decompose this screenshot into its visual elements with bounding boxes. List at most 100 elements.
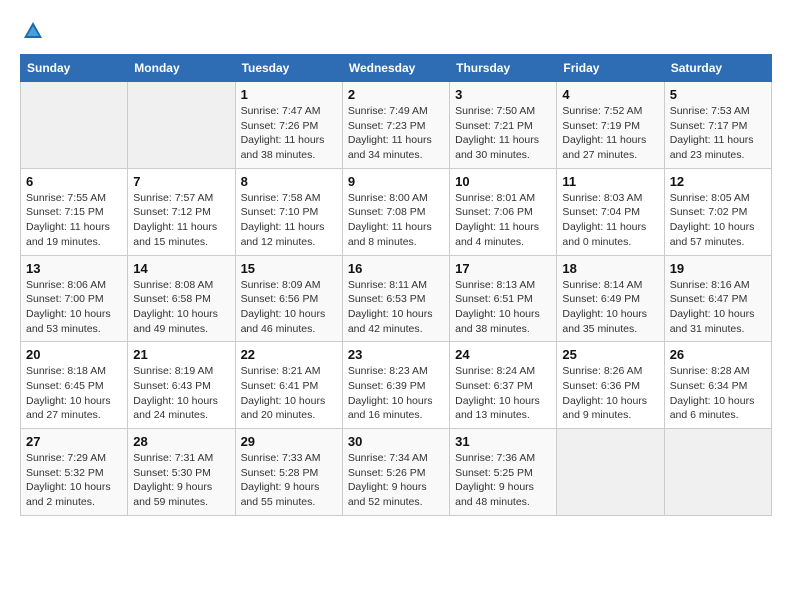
- daylight-text: Daylight: 10 hours and 13 minutes.: [455, 395, 540, 422]
- calendar-cell: 4 Sunrise: 7:52 AM Sunset: 7:19 PM Dayli…: [557, 82, 664, 169]
- calendar-week-row: 1 Sunrise: 7:47 AM Sunset: 7:26 PM Dayli…: [21, 82, 772, 169]
- daylight-text: Daylight: 10 hours and 24 minutes.: [133, 395, 218, 422]
- daylight-text: Daylight: 11 hours and 27 minutes.: [562, 134, 646, 161]
- day-info: Sunrise: 8:18 AM Sunset: 6:45 PM Dayligh…: [26, 364, 122, 423]
- weekday-header-thursday: Thursday: [450, 55, 557, 82]
- day-number: 2: [348, 87, 444, 102]
- sunrise-text: Sunrise: 8:24 AM: [455, 365, 535, 377]
- calendar-cell: 21 Sunrise: 8:19 AM Sunset: 6:43 PM Dayl…: [128, 342, 235, 429]
- sunrise-text: Sunrise: 8:09 AM: [241, 279, 321, 291]
- calendar-cell: 17 Sunrise: 8:13 AM Sunset: 6:51 PM Dayl…: [450, 255, 557, 342]
- calendar-cell: 12 Sunrise: 8:05 AM Sunset: 7:02 PM Dayl…: [664, 168, 771, 255]
- sunset-text: Sunset: 7:23 PM: [348, 120, 426, 132]
- weekday-header-tuesday: Tuesday: [235, 55, 342, 82]
- sunset-text: Sunset: 7:26 PM: [241, 120, 319, 132]
- day-number: 17: [455, 261, 551, 276]
- daylight-text: Daylight: 10 hours and 57 minutes.: [670, 221, 755, 248]
- day-info: Sunrise: 7:47 AM Sunset: 7:26 PM Dayligh…: [241, 104, 337, 163]
- sunset-text: Sunset: 6:41 PM: [241, 380, 319, 392]
- day-info: Sunrise: 8:14 AM Sunset: 6:49 PM Dayligh…: [562, 278, 658, 337]
- sunset-text: Sunset: 5:25 PM: [455, 467, 533, 479]
- calendar-cell: 1 Sunrise: 7:47 AM Sunset: 7:26 PM Dayli…: [235, 82, 342, 169]
- daylight-text: Daylight: 11 hours and 4 minutes.: [455, 221, 539, 248]
- day-number: 9: [348, 174, 444, 189]
- calendar-cell: 29 Sunrise: 7:33 AM Sunset: 5:28 PM Dayl…: [235, 429, 342, 516]
- daylight-text: Daylight: 10 hours and 20 minutes.: [241, 395, 326, 422]
- sunset-text: Sunset: 6:43 PM: [133, 380, 211, 392]
- day-number: 20: [26, 347, 122, 362]
- calendar-cell: 5 Sunrise: 7:53 AM Sunset: 7:17 PM Dayli…: [664, 82, 771, 169]
- sunset-text: Sunset: 7:02 PM: [670, 206, 748, 218]
- weekday-header-sunday: Sunday: [21, 55, 128, 82]
- sunrise-text: Sunrise: 8:21 AM: [241, 365, 321, 377]
- sunrise-text: Sunrise: 7:49 AM: [348, 105, 428, 117]
- sunrise-text: Sunrise: 8:00 AM: [348, 192, 428, 204]
- sunset-text: Sunset: 6:51 PM: [455, 293, 533, 305]
- calendar-cell: 15 Sunrise: 8:09 AM Sunset: 6:56 PM Dayl…: [235, 255, 342, 342]
- sunset-text: Sunset: 6:56 PM: [241, 293, 319, 305]
- day-number: 1: [241, 87, 337, 102]
- calendar-cell: 23 Sunrise: 8:23 AM Sunset: 6:39 PM Dayl…: [342, 342, 449, 429]
- day-info: Sunrise: 7:55 AM Sunset: 7:15 PM Dayligh…: [26, 191, 122, 250]
- calendar-week-row: 27 Sunrise: 7:29 AM Sunset: 5:32 PM Dayl…: [21, 429, 772, 516]
- sunrise-text: Sunrise: 7:33 AM: [241, 452, 321, 464]
- sunset-text: Sunset: 7:06 PM: [455, 206, 533, 218]
- sunset-text: Sunset: 7:21 PM: [455, 120, 533, 132]
- day-number: 25: [562, 347, 658, 362]
- day-info: Sunrise: 7:57 AM Sunset: 7:12 PM Dayligh…: [133, 191, 229, 250]
- calendar-week-row: 13 Sunrise: 8:06 AM Sunset: 7:00 PM Dayl…: [21, 255, 772, 342]
- sunset-text: Sunset: 7:12 PM: [133, 206, 211, 218]
- logo-icon: [22, 20, 44, 42]
- calendar-cell: [128, 82, 235, 169]
- sunset-text: Sunset: 5:30 PM: [133, 467, 211, 479]
- daylight-text: Daylight: 10 hours and 42 minutes.: [348, 308, 433, 335]
- calendar-cell: 31 Sunrise: 7:36 AM Sunset: 5:25 PM Dayl…: [450, 429, 557, 516]
- daylight-text: Daylight: 9 hours and 55 minutes.: [241, 481, 320, 508]
- weekday-header-friday: Friday: [557, 55, 664, 82]
- daylight-text: Daylight: 10 hours and 31 minutes.: [670, 308, 755, 335]
- weekday-header-monday: Monday: [128, 55, 235, 82]
- calendar-cell: [21, 82, 128, 169]
- day-info: Sunrise: 8:16 AM Sunset: 6:47 PM Dayligh…: [670, 278, 766, 337]
- calendar-cell: [557, 429, 664, 516]
- daylight-text: Daylight: 10 hours and 38 minutes.: [455, 308, 540, 335]
- day-number: 6: [26, 174, 122, 189]
- calendar-cell: 19 Sunrise: 8:16 AM Sunset: 6:47 PM Dayl…: [664, 255, 771, 342]
- weekday-header-wednesday: Wednesday: [342, 55, 449, 82]
- daylight-text: Daylight: 9 hours and 48 minutes.: [455, 481, 534, 508]
- calendar-cell: 11 Sunrise: 8:03 AM Sunset: 7:04 PM Dayl…: [557, 168, 664, 255]
- sunrise-text: Sunrise: 7:29 AM: [26, 452, 106, 464]
- sunrise-text: Sunrise: 8:05 AM: [670, 192, 750, 204]
- calendar-cell: 22 Sunrise: 8:21 AM Sunset: 6:41 PM Dayl…: [235, 342, 342, 429]
- daylight-text: Daylight: 11 hours and 15 minutes.: [133, 221, 217, 248]
- day-number: 3: [455, 87, 551, 102]
- sunset-text: Sunset: 7:15 PM: [26, 206, 104, 218]
- day-info: Sunrise: 8:13 AM Sunset: 6:51 PM Dayligh…: [455, 278, 551, 337]
- day-number: 5: [670, 87, 766, 102]
- sunrise-text: Sunrise: 8:01 AM: [455, 192, 535, 204]
- calendar-week-row: 6 Sunrise: 7:55 AM Sunset: 7:15 PM Dayli…: [21, 168, 772, 255]
- sunrise-text: Sunrise: 7:53 AM: [670, 105, 750, 117]
- sunset-text: Sunset: 5:28 PM: [241, 467, 319, 479]
- calendar-cell: 24 Sunrise: 8:24 AM Sunset: 6:37 PM Dayl…: [450, 342, 557, 429]
- sunrise-text: Sunrise: 7:34 AM: [348, 452, 428, 464]
- sunset-text: Sunset: 7:17 PM: [670, 120, 748, 132]
- sunrise-text: Sunrise: 7:31 AM: [133, 452, 213, 464]
- sunset-text: Sunset: 5:32 PM: [26, 467, 104, 479]
- daylight-text: Daylight: 11 hours and 8 minutes.: [348, 221, 432, 248]
- day-number: 8: [241, 174, 337, 189]
- day-info: Sunrise: 7:33 AM Sunset: 5:28 PM Dayligh…: [241, 451, 337, 510]
- day-info: Sunrise: 8:00 AM Sunset: 7:08 PM Dayligh…: [348, 191, 444, 250]
- daylight-text: Daylight: 11 hours and 12 minutes.: [241, 221, 325, 248]
- sunset-text: Sunset: 6:53 PM: [348, 293, 426, 305]
- day-number: 12: [670, 174, 766, 189]
- sunset-text: Sunset: 7:08 PM: [348, 206, 426, 218]
- calendar-cell: 30 Sunrise: 7:34 AM Sunset: 5:26 PM Dayl…: [342, 429, 449, 516]
- sunrise-text: Sunrise: 7:52 AM: [562, 105, 642, 117]
- calendar-cell: 3 Sunrise: 7:50 AM Sunset: 7:21 PM Dayli…: [450, 82, 557, 169]
- day-number: 28: [133, 434, 229, 449]
- sunrise-text: Sunrise: 7:55 AM: [26, 192, 106, 204]
- day-number: 30: [348, 434, 444, 449]
- calendar-cell: 20 Sunrise: 8:18 AM Sunset: 6:45 PM Dayl…: [21, 342, 128, 429]
- calendar-cell: [664, 429, 771, 516]
